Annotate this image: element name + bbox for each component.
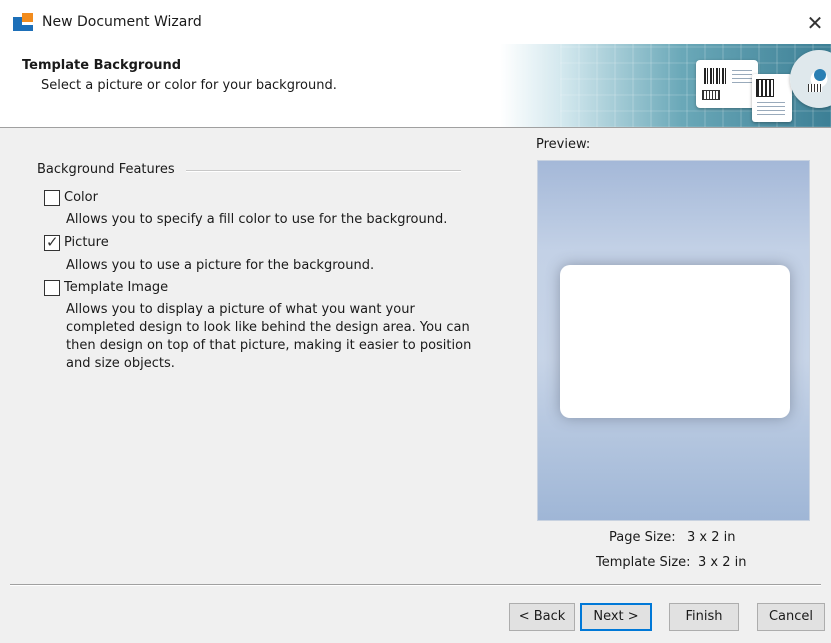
page-size-value: 3 x 2 in bbox=[687, 530, 736, 545]
picture-checkbox[interactable]: ✓ bbox=[44, 233, 60, 251]
template-size-label: Template Size: bbox=[596, 555, 691, 570]
picture-option-description: Allows you to use a picture for the back… bbox=[66, 258, 375, 273]
page-size-label: Page Size: bbox=[609, 530, 676, 545]
template-image-option-description: Allows you to display a picture of what … bbox=[66, 302, 472, 371]
page-subtitle: Select a picture or color for your backg… bbox=[41, 78, 337, 93]
checkmark-icon: ✓ bbox=[46, 233, 59, 251]
app-logo-icon bbox=[13, 13, 33, 31]
footer-divider bbox=[10, 584, 821, 586]
color-option-description: Allows you to specify a fill color to us… bbox=[66, 212, 448, 227]
template-image-option-label[interactable]: Template Image bbox=[64, 280, 168, 295]
new-document-wizard-window: New Document Wizard ✕ Template Backgroun… bbox=[0, 0, 831, 643]
preview-label: Preview: bbox=[536, 137, 591, 152]
title-bar: New Document Wizard ✕ bbox=[0, 0, 831, 44]
color-checkbox[interactable] bbox=[44, 190, 60, 206]
color-option-label[interactable]: Color bbox=[64, 190, 98, 205]
qr-card-icon bbox=[752, 74, 792, 122]
window-title: New Document Wizard bbox=[42, 14, 202, 30]
barcode-label-icon bbox=[696, 60, 758, 108]
preview-pane bbox=[537, 160, 810, 521]
header-banner-image bbox=[500, 44, 831, 127]
background-features-group-label: Background Features bbox=[37, 162, 175, 177]
group-divider bbox=[186, 170, 461, 172]
template-size-value: 3 x 2 in bbox=[698, 555, 747, 570]
page-title: Template Background bbox=[22, 58, 182, 73]
template-image-checkbox[interactable] bbox=[44, 280, 60, 296]
picture-option-label[interactable]: Picture bbox=[64, 235, 109, 250]
back-button[interactable]: < Back bbox=[509, 603, 575, 631]
next-button[interactable]: Next > bbox=[580, 603, 652, 631]
cancel-button[interactable]: Cancel bbox=[757, 603, 825, 631]
preview-label-card bbox=[560, 265, 790, 418]
close-button[interactable]: ✕ bbox=[800, 8, 830, 38]
finish-button[interactable]: Finish bbox=[669, 603, 739, 631]
wizard-header: Template Background Select a picture or … bbox=[0, 44, 831, 128]
